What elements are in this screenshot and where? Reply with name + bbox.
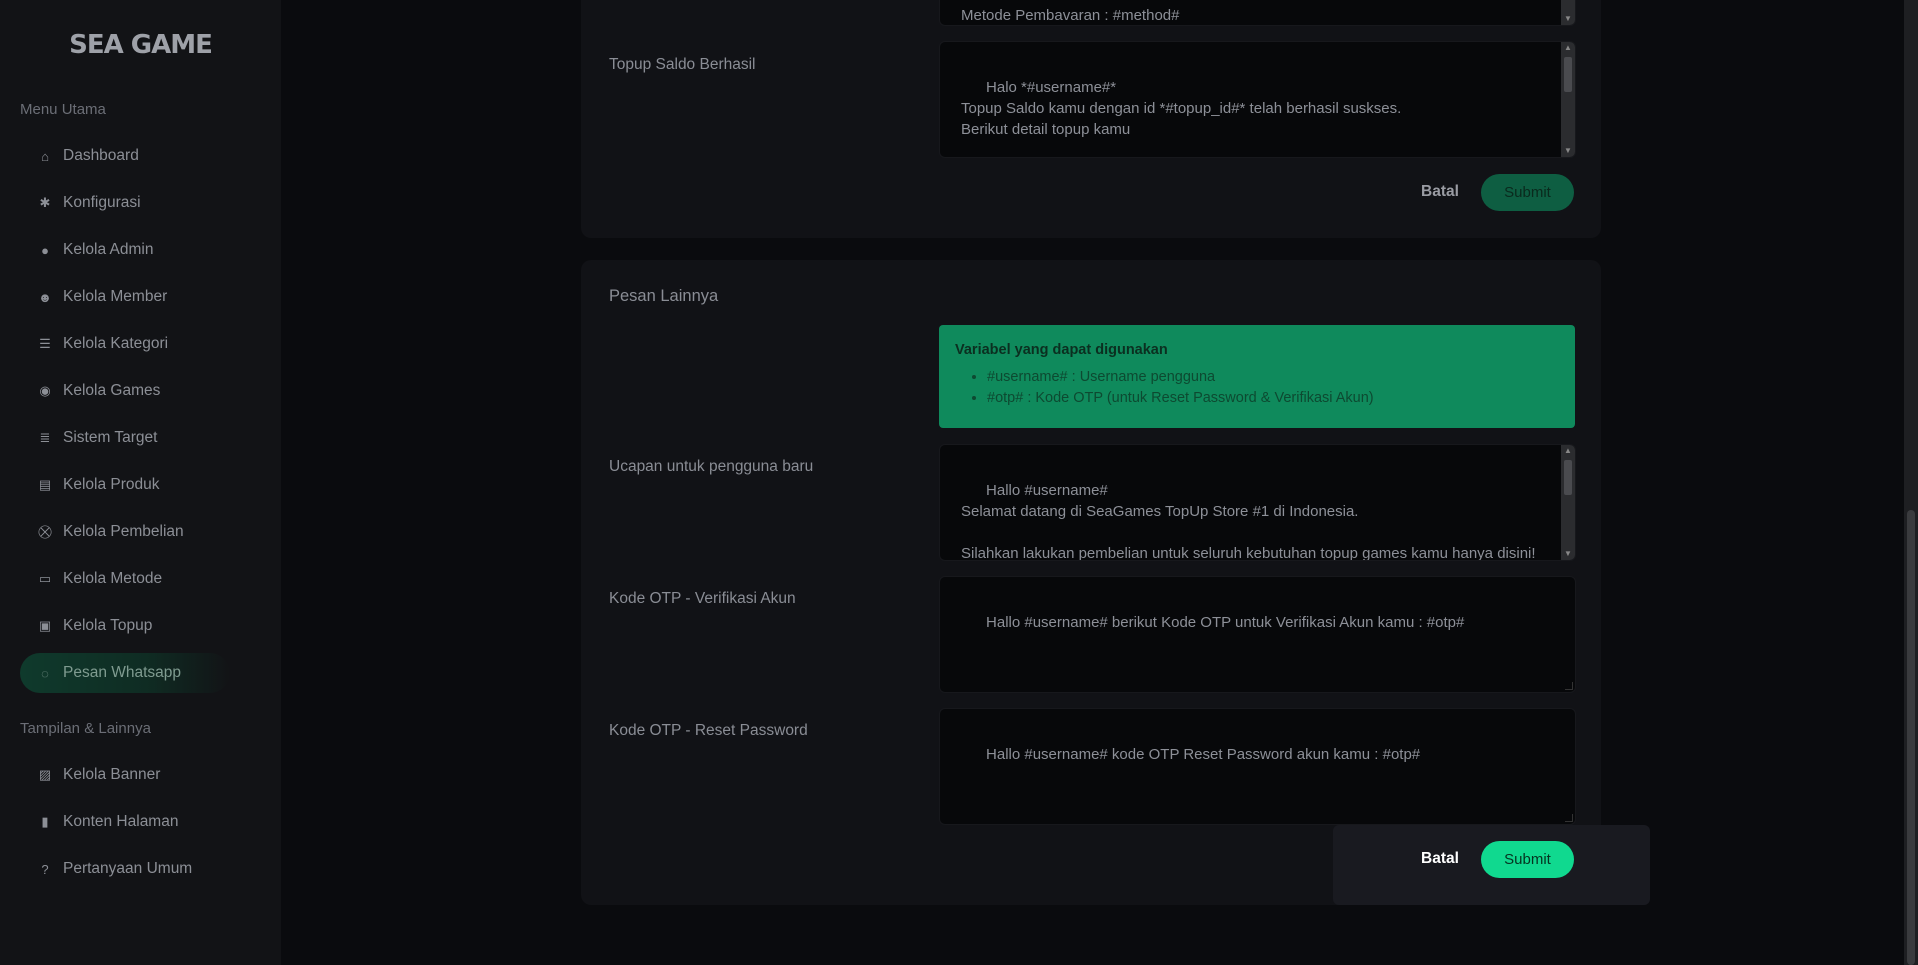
otp-reset-text: Hallo #username# kode OTP Reset Password… xyxy=(986,746,1421,763)
whatsapp-icon: ◌ xyxy=(41,665,49,681)
otp-verifikasi-textarea[interactable]: Hallo #username# berikut Kode OTP untuk … xyxy=(939,576,1576,693)
sidebar-item-pertanyaan-umum[interactable]: ? Pertanyaan Umum xyxy=(20,849,230,889)
sidebar-item-label: Pesan Whatsapp xyxy=(63,664,182,681)
textarea-scrollbar[interactable]: ▼ xyxy=(1561,0,1575,25)
sidebar-item-label: Konten Halaman xyxy=(63,813,179,830)
scroll-thumb[interactable] xyxy=(1564,460,1572,495)
sidebar-item-label: Kelola Member xyxy=(63,288,168,305)
batal-button[interactable]: Batal xyxy=(1421,183,1459,201)
gear-icon: ✱ xyxy=(39,195,51,210)
partial-textarea[interactable]: Metode Pembavaran : #method# ▼ xyxy=(939,0,1576,26)
basket-icon: ⛒ xyxy=(38,524,52,539)
user-icon: ● xyxy=(41,242,49,258)
card-title: Pesan Lainnya xyxy=(609,287,719,305)
info-title: Variabel yang dapat digunakan xyxy=(955,342,1168,358)
sidebar-item-dashboard[interactable]: ⌂ Dashboard xyxy=(20,136,230,176)
pengguna-baru-textarea[interactable]: Hallo #username# Selamat datang di SeaGa… xyxy=(939,444,1576,561)
sidebar-item-label: Kelola Pembelian xyxy=(63,523,184,540)
page-scroll-thumb[interactable] xyxy=(1907,510,1915,965)
sidebar-item-konten-halaman[interactable]: ▮ Konten Halaman xyxy=(20,802,230,842)
sidebar-item-kelola-produk[interactable]: ▤ Kelola Produk xyxy=(20,465,230,505)
field-label-otp-reset: Kode OTP - Reset Password xyxy=(609,722,808,739)
scroll-down-icon[interactable]: ▼ xyxy=(1561,548,1575,560)
scroll-down-icon[interactable]: ▼ xyxy=(1561,13,1575,25)
scroll-down-icon[interactable]: ▼ xyxy=(1561,145,1575,157)
sidebar-item-kelola-metode[interactable]: ▭ Kelola Metode xyxy=(20,559,230,599)
page-scrollbar[interactable] xyxy=(1904,0,1918,965)
database-icon: ≣ xyxy=(39,430,51,445)
pengguna-baru-text: Hallo #username# Selamat datang di SeaGa… xyxy=(961,482,1536,561)
sidebar-item-konfigurasi[interactable]: ✱ Konfigurasi xyxy=(20,183,230,223)
list-icon: ☰ xyxy=(39,336,51,351)
sidebar-item-label: Dashboard xyxy=(63,147,139,164)
file-icon: ▮ xyxy=(41,814,49,829)
textarea-scrollbar[interactable]: ▲ ▼ xyxy=(1561,445,1575,560)
box-icon: ▤ xyxy=(38,477,52,492)
wallet-icon: ▣ xyxy=(38,618,52,633)
main-content: Metode Pembavaran : #method# ▼ Topup Sal… xyxy=(281,0,1904,965)
sidebar-item-label: Kelola Topup xyxy=(63,617,153,634)
pesan-topup-card: Metode Pembavaran : #method# ▼ Topup Sal… xyxy=(581,0,1601,238)
pesan-lainnya-card: Pesan Lainnya Variabel yang dapat diguna… xyxy=(581,260,1601,905)
image-icon: ▨ xyxy=(38,767,52,782)
resize-handle[interactable] xyxy=(1565,682,1573,690)
sidebar-item-kelola-games[interactable]: ◉ Kelola Games xyxy=(20,371,230,411)
sidebar-item-kelola-pembelian[interactable]: ⛒ Kelola Pembelian xyxy=(20,512,230,552)
field-label-otp-verifikasi: Kode OTP - Verifikasi Akun xyxy=(609,590,796,607)
sidebar-item-label: Kelola Produk xyxy=(63,476,160,493)
sidebar-item-label: Kelola Kategori xyxy=(63,335,169,352)
topup-saldo-textarea[interactable]: Halo *#username#* Topup Saldo kamu denga… xyxy=(939,41,1576,158)
topup-saldo-label: Topup Saldo Berhasil xyxy=(609,56,756,73)
brand-logo[interactable]: SEA GAME xyxy=(0,30,281,60)
credit-card-icon: ▭ xyxy=(38,571,52,586)
sidebar-item-kelola-topup[interactable]: ▣ Kelola Topup xyxy=(20,606,230,646)
home-icon: ⌂ xyxy=(41,148,49,164)
users-icon: ☻ xyxy=(38,289,52,305)
field-label-pengguna-baru: Ucapan untuk pengguna baru xyxy=(609,458,814,475)
batal-button[interactable]: Batal xyxy=(1421,850,1459,868)
scroll-up-icon[interactable]: ▲ xyxy=(1561,42,1575,54)
submit-button[interactable]: Submit xyxy=(1481,174,1574,211)
variables-info-box: Variabel yang dapat digunakan #username#… xyxy=(939,325,1575,428)
sidebar-item-label: Kelola Games xyxy=(63,382,161,399)
sidebar: SEA GAME Menu Utama ⌂ Dashboard ✱ Konfigura… xyxy=(0,0,281,965)
gamepad-icon: ◉ xyxy=(39,383,51,398)
sidebar-item-kelola-banner[interactable]: ▨ Kelola Banner xyxy=(20,755,230,795)
sidebar-item-kelola-member[interactable]: ☻ Kelola Member xyxy=(20,277,230,317)
section-title-menu-utama: Menu Utama xyxy=(20,101,106,118)
sidebar-item-label: Konfigurasi xyxy=(63,194,141,211)
textarea-scrollbar[interactable]: ▲ ▼ xyxy=(1561,42,1575,157)
submit-button[interactable]: Submit xyxy=(1481,841,1574,878)
info-item: #otp# : Kode OTP (untuk Reset Password &… xyxy=(987,388,1559,409)
resize-handle[interactable] xyxy=(1565,814,1573,822)
topup-saldo-text: Halo *#username#* Topup Saldo kamu denga… xyxy=(961,79,1402,138)
sidebar-item-sistem-target[interactable]: ≣ Sistem Target xyxy=(20,418,230,458)
sidebar-item-kelola-kategori[interactable]: ☰ Kelola Kategori xyxy=(20,324,230,364)
sidebar-item-label: Sistem Target xyxy=(63,429,158,446)
sidebar-item-label: Kelola Admin xyxy=(63,241,154,258)
otp-verifikasi-text: Hallo #username# berikut Kode OTP untuk … xyxy=(986,614,1465,631)
scroll-up-icon[interactable]: ▲ xyxy=(1561,445,1575,457)
question-icon: ? xyxy=(41,861,49,877)
sidebar-item-label: Pertanyaan Umum xyxy=(63,860,193,877)
info-item: #username# : Username pengguna xyxy=(987,367,1559,388)
section-title-tampilan: Tampilan & Lainnya xyxy=(20,720,151,737)
sidebar-item-kelola-admin[interactable]: ● Kelola Admin xyxy=(20,230,230,270)
partial-textarea-text: Metode Pembavaran : #method# xyxy=(961,7,1180,24)
sidebar-item-label: Kelola Metode xyxy=(63,570,163,587)
otp-reset-textarea[interactable]: Hallo #username# kode OTP Reset Password… xyxy=(939,708,1576,825)
action-bar: Batal Submit xyxy=(1333,825,1650,905)
sidebar-item-label: Kelola Banner xyxy=(63,766,161,783)
scroll-thumb[interactable] xyxy=(1564,57,1572,92)
sidebar-item-pesan-whatsapp[interactable]: ◌ Pesan Whatsapp xyxy=(20,653,230,693)
